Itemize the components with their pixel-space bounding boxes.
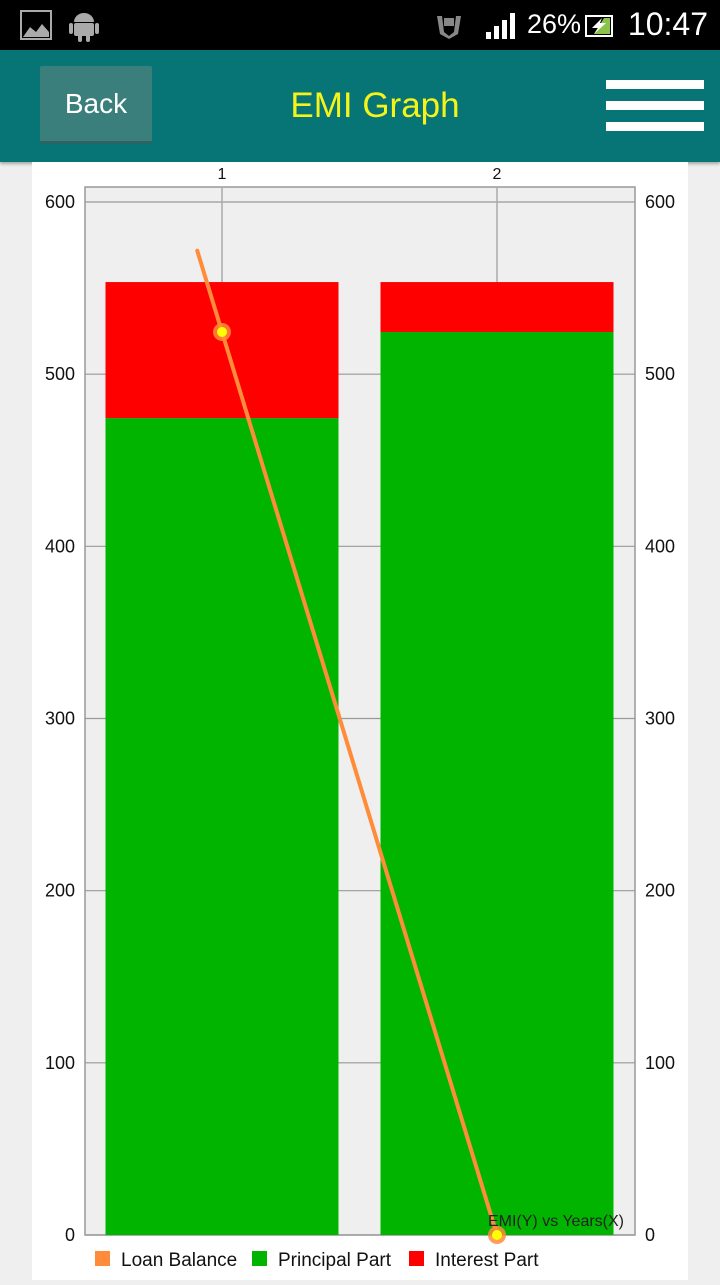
- y-tick-label-left: 400: [45, 536, 75, 556]
- bar-principal: [380, 331, 614, 1235]
- chart-card: 0 100 200 300 400 500 600 0 100 200 300 400 500 600 …: [32, 162, 688, 1280]
- legend-label: Interest Part: [435, 1250, 539, 1271]
- battery-percent: 26%: [527, 9, 582, 39]
- y-tick-label-right: 0: [645, 1225, 655, 1245]
- bar-interest: [380, 282, 614, 332]
- y-tick-label-left: 600: [45, 192, 75, 212]
- y-tick-label-left: 500: [45, 364, 75, 384]
- loan-balance-point: [492, 1230, 502, 1240]
- y-tick-label-left: 100: [45, 1053, 75, 1073]
- loan-balance-point: [217, 326, 227, 337]
- y-tick-label-right: 600: [645, 192, 675, 212]
- hamburger-menu-icon[interactable]: [606, 80, 706, 132]
- x-tick-label: 2: [493, 166, 502, 183]
- app-bar: Back EMI Graph: [0, 50, 720, 162]
- y-tick-label-right: 200: [645, 881, 675, 901]
- gallery-icon: [20, 10, 52, 40]
- y-tick-label-right: 100: [645, 1053, 675, 1073]
- y-tick-label-left: 300: [45, 709, 75, 729]
- signal-icon: [486, 13, 515, 39]
- vpn-icon: [437, 16, 461, 39]
- bar-interest: [105, 282, 339, 419]
- x-tick-label: 1: [218, 166, 227, 183]
- legend-swatch: [95, 1251, 110, 1266]
- legend-label: Loan Balance: [121, 1250, 237, 1271]
- y-tick-label-right: 500: [645, 364, 675, 384]
- android-icon: [69, 13, 99, 42]
- y-tick-label-left: 0: [65, 1225, 75, 1245]
- bar-principal: [105, 418, 339, 1235]
- status-bar: 26% 10:47: [0, 0, 720, 50]
- legend-label: Principal Part: [278, 1250, 392, 1271]
- y-tick-label-right: 300: [645, 709, 675, 729]
- chart-annotation: EMI(Y) vs Years(X): [488, 1213, 624, 1230]
- y-tick-label-right: 400: [645, 536, 675, 556]
- legend-swatch: [252, 1251, 267, 1266]
- clock: 10:47: [627, 6, 708, 42]
- battery-charging-icon: [585, 15, 613, 37]
- legend-swatch: [409, 1251, 424, 1266]
- y-tick-label-left: 200: [45, 881, 75, 901]
- emi-chart: 0100200300400500600 0100200300400500600 …: [45, 166, 675, 1271]
